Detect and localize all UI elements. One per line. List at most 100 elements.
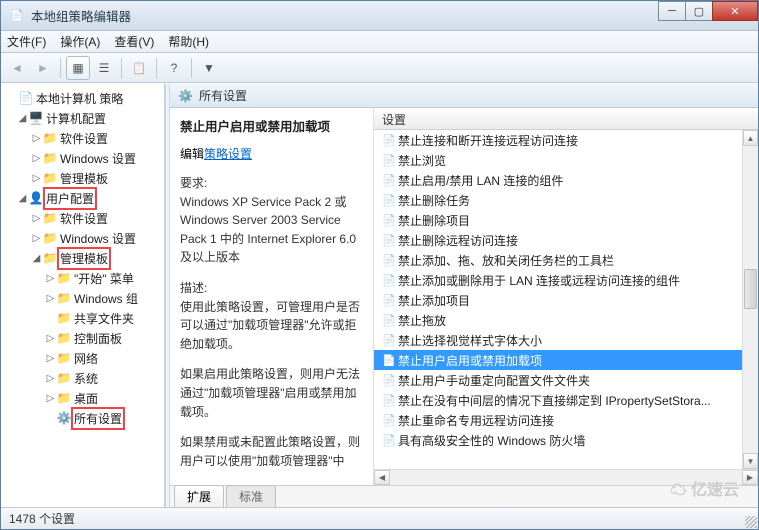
close-button[interactable]: ✕: [712, 1, 758, 21]
list-item-label: 禁止删除任务: [398, 192, 470, 209]
detail-pane: 禁止用户启用或禁用加载项 编辑策略设置 要求: Windows XP Servi…: [170, 108, 374, 485]
policy-icon: 📄: [380, 314, 398, 327]
requirements-text: Windows XP Service Pack 2 或 Windows Serv…: [180, 193, 363, 267]
list-item[interactable]: 📄禁止添加、拖、放和关闭任务栏的工具栏: [374, 250, 758, 270]
filter-button[interactable]: ▼: [197, 56, 221, 80]
description-label: 描述:: [180, 279, 363, 298]
tabs-bar: 扩展 标准: [170, 485, 758, 507]
list-item[interactable]: 📄禁止浏览: [374, 150, 758, 170]
forward-button[interactable]: ►: [31, 56, 55, 80]
list-column-header[interactable]: 设置: [374, 108, 758, 130]
list-item[interactable]: 📄禁止重命名专用远程访问连接: [374, 410, 758, 430]
scroll-up-button[interactable]: ▲: [743, 130, 758, 146]
policy-title: 禁止用户启用或禁用加载项: [180, 116, 363, 135]
list-item-label: 禁止添加或删除用于 LAN 连接或远程访问连接的组件: [398, 272, 680, 289]
list-item-label: 禁止在没有中间层的情况下直接绑定到 IPropertySetStora...: [398, 392, 711, 409]
list-item[interactable]: 📄禁止选择视觉样式字体大小: [374, 330, 758, 350]
list-item[interactable]: 📄禁止用户启用或禁用加载项: [374, 350, 758, 370]
list-item-label: 禁止添加项目: [398, 292, 470, 309]
policy-icon: 📄: [380, 434, 398, 447]
tree-software-settings[interactable]: ▷📁软件设置: [1, 128, 164, 148]
policy-icon: 📄: [380, 394, 398, 407]
tree-user-config[interactable]: ◢👤用户配置: [1, 188, 164, 208]
tree-start-menu[interactable]: ▷📁"开始" 菜单: [1, 268, 164, 288]
window-title: 本地组策略编辑器: [31, 6, 758, 25]
list-item-label: 禁止拖放: [398, 312, 446, 329]
minimize-button[interactable]: ─: [658, 1, 686, 21]
list-item[interactable]: 📄具有高级安全性的 Windows 防火墙: [374, 430, 758, 450]
help-button[interactable]: ?: [162, 56, 186, 80]
tree-system[interactable]: ▷📁系统: [1, 368, 164, 388]
list-item[interactable]: 📄禁止删除任务: [374, 190, 758, 210]
view-list-button[interactable]: ☰: [92, 56, 116, 80]
description-text: 如果启用此策略设置，则用户无法通过"加载项管理器"启用或禁用加载项。: [180, 365, 363, 421]
menu-help[interactable]: 帮助(H): [168, 33, 209, 50]
list-item-label: 禁止用户手动重定向配置文件文件夹: [398, 372, 590, 389]
statusbar: 1478 个设置: [1, 507, 758, 529]
view-large-button[interactable]: ▦: [66, 56, 90, 80]
tree-control-panel[interactable]: ▷📁控制面板: [1, 328, 164, 348]
tree-desktop[interactable]: ▷📁桌面: [1, 388, 164, 408]
list-item[interactable]: 📄禁止用户手动重定向配置文件文件夹: [374, 370, 758, 390]
tab-standard[interactable]: 标准: [226, 485, 276, 507]
edit-policy-link[interactable]: 策略设置: [204, 145, 252, 162]
description-text: 如果禁用或未配置此策略设置，则用户可以使用"加载项管理器"中: [180, 433, 363, 470]
tree-all-settings[interactable]: ⚙️所有设置: [1, 408, 164, 428]
tree-shared-folders[interactable]: 📁共享文件夹: [1, 308, 164, 328]
tree-admin-templates[interactable]: ▷📁管理模板: [1, 168, 164, 188]
list-item-label: 禁止连接和断开连接远程访问连接: [398, 132, 578, 149]
policy-icon: 📄: [380, 214, 398, 227]
policy-icon: 📄: [380, 194, 398, 207]
menu-file[interactable]: 文件(F): [7, 33, 46, 50]
tree-windows-settings[interactable]: ▷📁Windows 设置: [1, 148, 164, 168]
tree-windows-components[interactable]: ▷📁Windows 组: [1, 288, 164, 308]
tree-software-settings[interactable]: ▷📁软件设置: [1, 208, 164, 228]
toolbar-separator: [191, 58, 192, 78]
list-item[interactable]: 📄禁止启用/禁用 LAN 连接的组件: [374, 170, 758, 190]
list-item[interactable]: 📄禁止拖放: [374, 310, 758, 330]
toolbar-separator: [121, 58, 122, 78]
horizontal-scrollbar[interactable]: ◀ ▶: [374, 469, 758, 485]
scroll-left-button[interactable]: ◀: [374, 470, 390, 485]
list-item[interactable]: 📄禁止添加或删除用于 LAN 连接或远程访问连接的组件: [374, 270, 758, 290]
policy-icon: 📄: [380, 294, 398, 307]
list-item[interactable]: 📄禁止删除项目: [374, 210, 758, 230]
list-item[interactable]: 📄禁止在没有中间层的情况下直接绑定到 IPropertySetStora...: [374, 390, 758, 410]
properties-button[interactable]: 📋: [127, 56, 151, 80]
settings-list: 📄禁止连接和断开连接远程访问连接📄禁止浏览📄禁止启用/禁用 LAN 连接的组件📄…: [374, 130, 758, 469]
scroll-thumb[interactable]: [744, 269, 757, 309]
scroll-right-button[interactable]: ▶: [742, 470, 758, 485]
policy-icon: 📄: [380, 354, 398, 367]
resize-grip[interactable]: [745, 516, 757, 528]
tree-root[interactable]: 📄本地计算机 策略: [1, 88, 164, 108]
list-item[interactable]: 📄禁止连接和断开连接远程访问连接: [374, 130, 758, 150]
toolbar: ◄ ► ▦ ☰ 📋 ? ▼: [1, 53, 758, 83]
policy-icon: 📄: [380, 334, 398, 347]
vertical-scrollbar[interactable]: ▲ ▼: [742, 130, 758, 469]
menu-action[interactable]: 操作(A): [60, 33, 100, 50]
policy-icon: 📄: [380, 134, 398, 147]
status-text: 1478 个设置: [9, 510, 75, 527]
list-item[interactable]: 📄禁止添加项目: [374, 290, 758, 310]
tab-extended[interactable]: 扩展: [174, 485, 224, 507]
policy-icon: 📄: [380, 234, 398, 247]
back-button[interactable]: ◄: [5, 56, 29, 80]
policy-icon: 📄: [380, 414, 398, 427]
list-item-label: 禁止重命名专用远程访问连接: [398, 412, 554, 429]
list-item-label: 禁止用户启用或禁用加载项: [398, 352, 542, 369]
tree-windows-settings[interactable]: ▷📁Windows 设置: [1, 228, 164, 248]
toolbar-separator: [60, 58, 61, 78]
tree-computer-config[interactable]: ◢🖥️计算机配置: [1, 108, 164, 128]
window-titlebar: 📄 本地组策略编辑器 ─ ▢ ✕: [1, 1, 758, 31]
scroll-down-button[interactable]: ▼: [743, 453, 758, 469]
policy-icon: 📄: [380, 274, 398, 287]
maximize-button[interactable]: ▢: [685, 1, 713, 21]
list-item-label: 禁止选择视觉样式字体大小: [398, 332, 542, 349]
requirements-label: 要求:: [180, 174, 363, 193]
tree-admin-templates[interactable]: ◢📁管理模板: [1, 248, 164, 268]
menu-view[interactable]: 查看(V): [114, 33, 154, 50]
list-item[interactable]: 📄禁止删除远程访问连接: [374, 230, 758, 250]
content-header: ⚙️ 所有设置: [170, 84, 758, 108]
tree-network[interactable]: ▷📁网络: [1, 348, 164, 368]
list-item-label: 禁止启用/禁用 LAN 连接的组件: [398, 172, 563, 189]
